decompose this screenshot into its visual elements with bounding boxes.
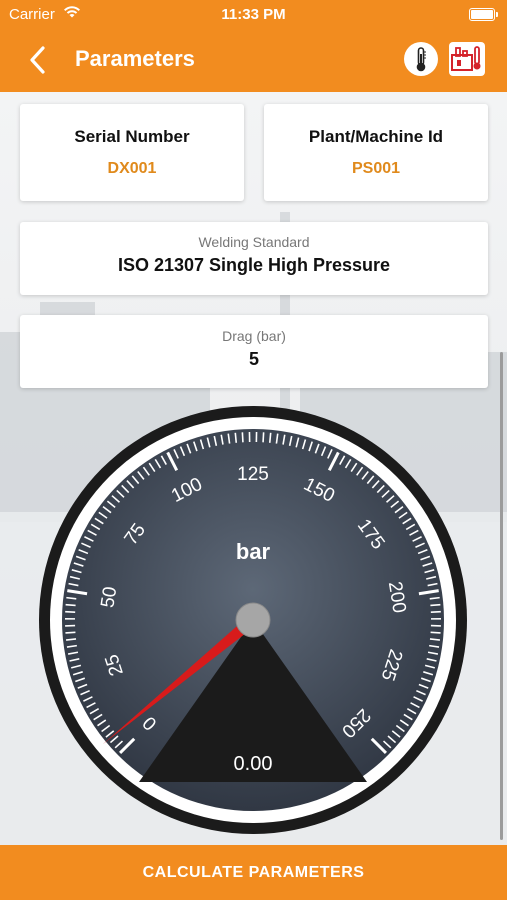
gauge-needle-hub: [235, 602, 271, 638]
gauge-minor-tick: [430, 603, 441, 607]
plant-id-card: Plant/Machine Id PS001: [264, 104, 488, 201]
welding-standard-value: ISO 21307 Single High Pressure: [117, 255, 391, 275]
gauge-tick-label: 50: [97, 585, 121, 609]
gauge-minor-tick: [65, 603, 76, 607]
welding-standard-label: Welding Standard: [198, 234, 310, 250]
plant-id-value: PS001: [351, 160, 401, 177]
plant-temperature-button[interactable]: [449, 42, 485, 76]
thermometer-icon: [416, 47, 426, 72]
gauge-tick-label: 125: [237, 464, 269, 485]
gauge-minor-tick: [268, 432, 272, 443]
drag-value: 5: [248, 349, 259, 369]
plant-thermometer-icon: [451, 46, 481, 71]
gauge-minor-tick: [430, 631, 441, 634]
battery-icon: [469, 8, 498, 21]
serial-number-card: Serial Number DX001: [20, 104, 244, 201]
gauge-minor-tick: [241, 432, 244, 443]
gauge-minor-tick: [429, 638, 441, 641]
serial-number-value: DX001: [107, 160, 157, 177]
drag-card: Drag (bar) 5: [20, 315, 488, 388]
pressure-gauge: 0255075100 125 150175200225250 bar 0.00: [39, 406, 467, 834]
nav-bar: Carrier 11:33 PM Parameters: [0, 0, 507, 92]
back-chevron-icon[interactable]: [26, 44, 52, 76]
scrollbar[interactable]: [500, 352, 503, 840]
page-title: Parameters: [75, 46, 195, 71]
status-time: 11:33 PM: [221, 6, 286, 23]
gauge-minor-tick: [262, 432, 265, 443]
welding-standard-card: Welding Standard ISO 21307 Single High P…: [20, 222, 488, 295]
status-bar: Carrier 11:33 PM: [0, 0, 507, 30]
serial-number-label: Serial Number: [74, 127, 190, 146]
gauge-minor-tick: [65, 631, 76, 634]
thermometer-button[interactable]: [404, 42, 438, 76]
gauge-minor-tick: [65, 638, 77, 641]
gauge-unit: bar: [236, 539, 271, 564]
gauge-minor-tick: [234, 432, 238, 443]
calculate-parameters-button[interactable]: CALCULATE PARAMETERS: [0, 845, 507, 900]
drag-label: Drag (bar): [222, 328, 286, 344]
gauge-readout: 0.00: [234, 753, 273, 775]
plant-id-label: Plant/Machine Id: [308, 127, 444, 146]
